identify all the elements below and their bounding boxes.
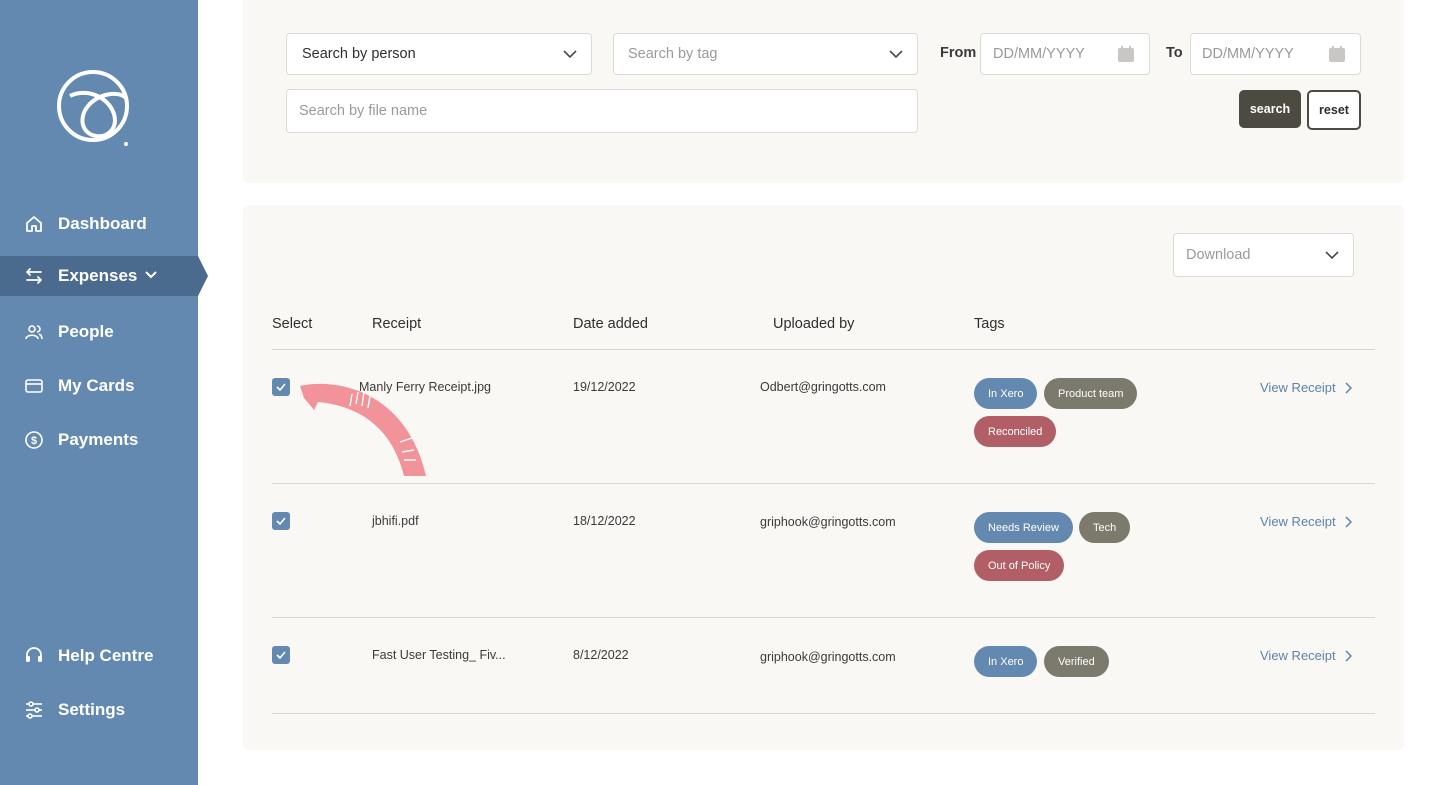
- view-receipt-label: View Receipt: [1260, 380, 1336, 395]
- uploaded-by: griphook@gringotts.com: [760, 515, 896, 529]
- to-date-input[interactable]: DD/MM/YYYY: [1190, 33, 1361, 75]
- table-divider: [272, 349, 1375, 350]
- receipt-name: Fast User Testing_ Fiv...: [372, 648, 506, 662]
- sidebar-item-label: Help Centre: [58, 646, 154, 665]
- view-receipt-label: View Receipt: [1260, 648, 1336, 663]
- view-receipt-link[interactable]: View Receipt: [1260, 514, 1352, 529]
- from-date-placeholder: DD/MM/YYYY: [993, 46, 1085, 62]
- home-icon: [24, 214, 44, 234]
- chevron-right-icon: [1345, 381, 1352, 394]
- sidebar-item-payments[interactable]: $ Payments: [0, 420, 198, 460]
- check-icon: [276, 651, 286, 660]
- dollar-circle-icon: $: [24, 430, 44, 450]
- sidebar-item-label: Payments: [58, 430, 139, 449]
- row-checkbox[interactable]: [272, 378, 290, 396]
- check-icon: [276, 517, 286, 526]
- sidebar-item-help-centre[interactable]: Help Centre: [0, 636, 198, 676]
- chevron-right-icon: [1345, 649, 1352, 662]
- row-checkbox[interactable]: [272, 646, 290, 664]
- filename-search-placeholder: Search by file name: [299, 103, 428, 119]
- headset-icon: [24, 646, 44, 666]
- brand-logo: [57, 70, 129, 146]
- svg-text:$: $: [31, 435, 37, 447]
- column-header-date-added: Date added: [573, 316, 648, 332]
- sidebar: Dashboard Expenses People My Cards $ Pay…: [0, 0, 208, 785]
- view-receipt-link[interactable]: View Receipt: [1260, 380, 1352, 395]
- row-checkbox[interactable]: [272, 512, 290, 530]
- to-date-placeholder: DD/MM/YYYY: [1202, 46, 1294, 62]
- column-header-receipt: Receipt: [372, 316, 422, 332]
- search-button[interactable]: search: [1239, 90, 1301, 128]
- tag-badge: Out of Policy: [974, 550, 1065, 581]
- to-label: To: [1166, 45, 1183, 61]
- tag-badge: Tech: [1079, 512, 1131, 543]
- tag-select[interactable]: Search by tag: [613, 33, 918, 75]
- sidebar-item-dashboard[interactable]: Dashboard: [0, 204, 198, 244]
- download-select[interactable]: Download: [1173, 233, 1354, 277]
- column-header-tags: Tags: [974, 316, 1005, 332]
- sidebar-item-label: Expenses: [58, 266, 138, 285]
- table-divider: [272, 713, 1375, 714]
- date-added: 8/12/2022: [573, 648, 629, 662]
- chevron-down-icon: [563, 50, 577, 59]
- check-icon: [276, 383, 286, 392]
- date-added: 19/12/2022: [573, 380, 636, 394]
- tag-badge: In Xero: [974, 378, 1038, 409]
- chevron-down-icon: [1325, 251, 1339, 260]
- sliders-icon: [24, 700, 44, 720]
- card-icon: [24, 376, 44, 396]
- tag-badge: In Xero: [974, 646, 1038, 677]
- table-divider: [272, 617, 1375, 618]
- sidebar-item-label: People: [58, 322, 114, 341]
- person-select[interactable]: Search by person: [286, 33, 592, 75]
- receipts-panel: [243, 205, 1404, 750]
- tag-badge: Product team: [1044, 378, 1138, 409]
- calendar-icon[interactable]: [1117, 45, 1135, 63]
- sidebar-item-my-cards[interactable]: My Cards: [0, 366, 198, 406]
- sidebar-item-people[interactable]: People: [0, 312, 198, 352]
- filename-search-input[interactable]: Search by file name: [286, 89, 918, 133]
- chevron-right-icon: [1345, 515, 1352, 528]
- receipt-name: jbhifi.pdf: [372, 514, 419, 528]
- sidebar-item-label: Settings: [58, 700, 126, 719]
- sidebar-item-expenses[interactable]: Expenses: [0, 256, 208, 296]
- transfer-icon: [24, 266, 44, 286]
- uploaded-by: Odbert@gringotts.com: [760, 380, 886, 394]
- uploaded-by: griphook@gringotts.com: [760, 650, 896, 664]
- date-added: 18/12/2022: [573, 514, 636, 528]
- from-date-input[interactable]: DD/MM/YYYY: [980, 33, 1150, 75]
- tag-badge: Needs Review: [974, 512, 1073, 543]
- calendar-icon[interactable]: [1328, 45, 1346, 63]
- people-icon: [24, 322, 44, 342]
- view-receipt-label: View Receipt: [1260, 514, 1336, 529]
- chevron-down-icon: [145, 271, 157, 279]
- view-receipt-link[interactable]: View Receipt: [1260, 648, 1352, 663]
- sidebar-item-label: Dashboard: [58, 214, 147, 233]
- tag-badge: Reconciled: [974, 416, 1057, 447]
- chevron-down-icon: [889, 50, 903, 59]
- download-placeholder: Download: [1186, 247, 1251, 263]
- sidebar-item-label: My Cards: [58, 376, 135, 395]
- column-header-uploaded-by: Uploaded by: [773, 316, 855, 332]
- receipt-name: Manly Ferry Receipt.jpg: [359, 380, 491, 394]
- from-label: From: [940, 45, 977, 61]
- reset-button[interactable]: reset: [1307, 90, 1361, 130]
- tag-select-placeholder: Search by tag: [628, 46, 718, 62]
- sidebar-item-settings[interactable]: Settings: [0, 690, 198, 730]
- column-header-select: Select: [272, 316, 313, 332]
- person-select-value: Search by person: [302, 46, 416, 62]
- table-divider: [272, 483, 1375, 484]
- tag-badge: Verified: [1044, 646, 1109, 677]
